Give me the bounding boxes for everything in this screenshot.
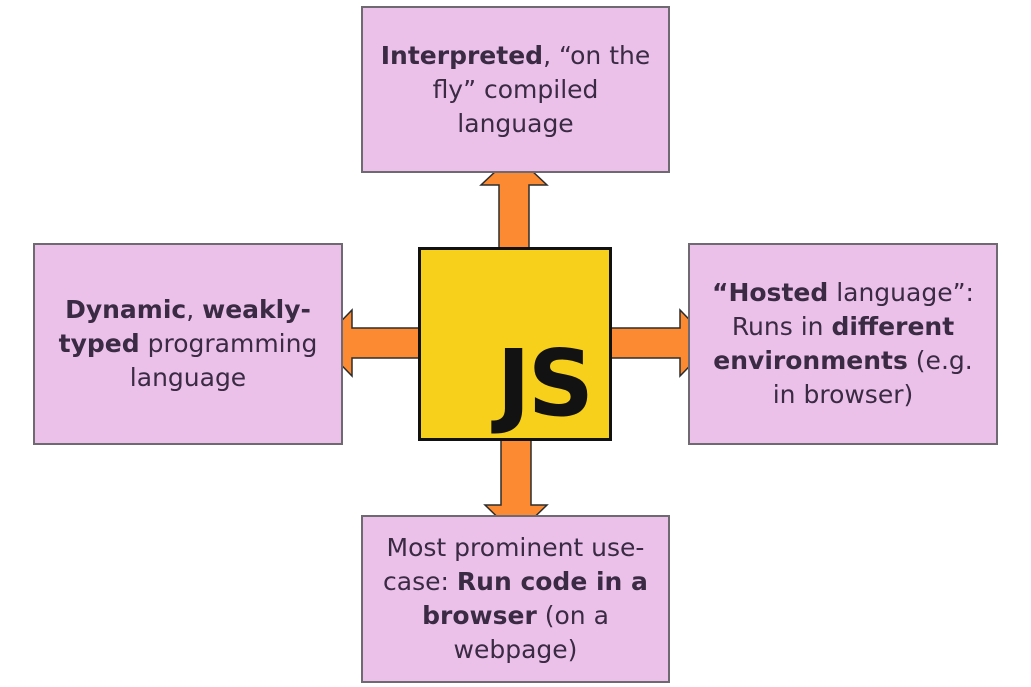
- dynamic-typing-text: Dynamic, weakly-typed programming langua…: [49, 293, 327, 395]
- javascript-logo: JS: [418, 247, 612, 441]
- bold-text: “Hosted: [712, 278, 829, 307]
- bold-text: Interpreted: [380, 40, 544, 70]
- bold-text: Run code in a browser: [422, 567, 648, 630]
- hosted-language-box: “Hosted language”: Runs in different env…: [688, 243, 998, 445]
- text: programming language: [129, 329, 318, 392]
- interpreted-language-text: Interpreted, “on the fly” compiled langu…: [377, 39, 654, 141]
- dynamic-typing-box: Dynamic, weakly-typed programming langua…: [33, 243, 343, 445]
- bold-text: Dynamic: [65, 295, 187, 324]
- text: ,: [186, 295, 203, 324]
- javascript-logo-text: JS: [496, 330, 594, 437]
- interpreted-language-box: Interpreted, “on the fly” compiled langu…: [361, 6, 670, 173]
- browser-use-case-box: Most prominent use-case: Run code in a b…: [361, 515, 670, 683]
- browser-use-case-text: Most prominent use-case: Run code in a b…: [377, 531, 654, 667]
- hosted-language-text: “Hosted language”: Runs in different env…: [704, 276, 982, 412]
